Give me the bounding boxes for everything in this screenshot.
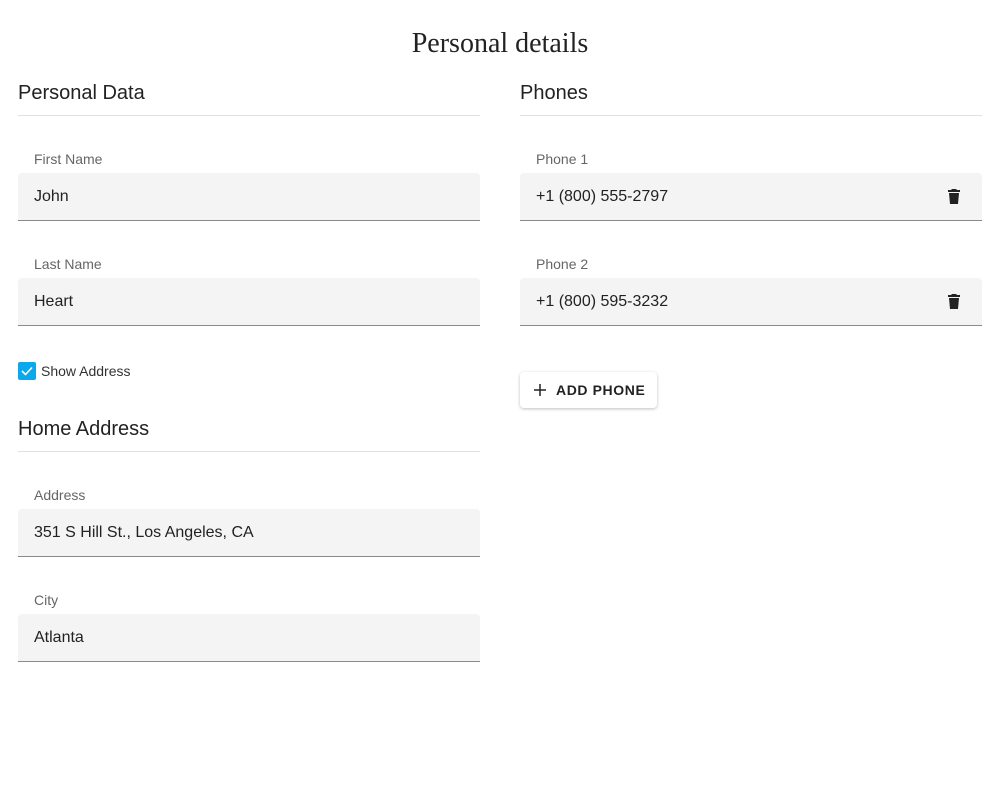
phone-1-field[interactable]: +1 (800) 555-2797 xyxy=(520,173,982,221)
last-name-input[interactable]: Heart xyxy=(18,278,480,326)
first-name-label: First Name xyxy=(34,151,103,167)
home-address-heading: Home Address xyxy=(18,412,480,452)
trash-icon[interactable] xyxy=(948,189,960,204)
checkmark-icon[interactable] xyxy=(18,362,36,380)
page-title: Personal details xyxy=(411,28,589,59)
phone-2-label: Phone 2 xyxy=(536,256,589,272)
address-input[interactable]: 351 S Hill St., Los Angeles, CA xyxy=(18,509,480,557)
city-input[interactable]: Atlanta xyxy=(18,614,480,662)
phone-2-field[interactable]: +1 (800) 595-3232 xyxy=(520,278,982,326)
trash-icon[interactable] xyxy=(948,294,960,309)
phone-2-value[interactable]: +1 (800) 595-3232 xyxy=(536,293,668,310)
show-address-label: Show Address xyxy=(41,363,131,379)
address-label: Address xyxy=(34,487,86,503)
add-phone-label: ADD PHONE xyxy=(556,382,646,398)
personal-data-heading: Personal Data xyxy=(18,76,480,116)
phones-heading: Phones xyxy=(520,76,982,116)
phone-1-label: Phone 1 xyxy=(536,151,589,167)
add-phone-button[interactable]: ADD PHONE xyxy=(520,372,657,408)
plus-icon xyxy=(534,384,546,396)
first-name-input[interactable]: John xyxy=(18,173,480,221)
show-address-checkbox[interactable]: Show Address xyxy=(18,362,131,380)
phone-1-value[interactable]: +1 (800) 555-2797 xyxy=(536,188,668,205)
last-name-label: Last Name xyxy=(34,256,102,272)
city-label: City xyxy=(34,592,59,608)
